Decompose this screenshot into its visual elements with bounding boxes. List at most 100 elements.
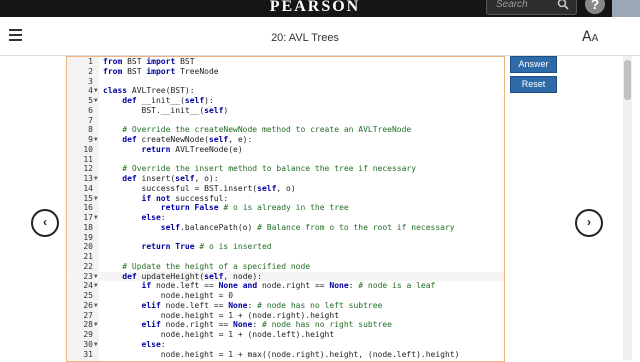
code-token: elif (141, 300, 161, 310)
code-line[interactable]: 12 # Override the insert method to balan… (67, 164, 504, 174)
line-number: 17 (83, 213, 93, 222)
code-text: # Override the createNewNode method to c… (103, 125, 411, 135)
code-line[interactable]: 3 (67, 77, 504, 87)
code-token: BST.__init__( (103, 105, 205, 115)
code-line[interactable]: 22 # Update the height of a specified no… (67, 262, 504, 272)
code-text: # Update the height of a specified node (103, 262, 310, 272)
code-line[interactable]: 27 node.height = 1 + (node.right).height (67, 311, 504, 321)
fold-arrow-icon[interactable]: ▼ (94, 194, 98, 204)
line-number: 5 (88, 96, 93, 105)
chevron-right-icon[interactable]: › (575, 209, 603, 237)
code-line[interactable]: 18 self.balancePath(o) # Balance from o … (67, 223, 504, 233)
code-line[interactable]: 16 return False # o is already in the tr… (67, 203, 504, 213)
fold-arrow-icon[interactable]: ▼ (94, 135, 98, 145)
search-box[interactable]: Search (486, 0, 577, 15)
code-text: node.height = 1 + (node.left).height (103, 330, 334, 340)
fold-arrow-icon[interactable]: ▼ (94, 301, 98, 311)
code-line[interactable]: 17 ▼ else: (67, 213, 504, 223)
code-token: node.height = 1 + (node.right).height (103, 310, 340, 320)
fold-arrow-icon[interactable]: ▼ (94, 174, 98, 184)
code-text: BST.__init__(self) (103, 105, 229, 116)
code-line[interactable]: 4 ▼ class AVLTree(BST): (67, 86, 504, 96)
fold-arrow-icon[interactable]: ▼ (94, 86, 98, 96)
code-line[interactable]: 24 ▼ if node.left == None and node.right … (67, 281, 504, 291)
code-token: None and (218, 281, 258, 291)
code-text: def __init__(self): (103, 96, 214, 106)
code-token: else (141, 339, 161, 349)
answer-button[interactable]: Answer (510, 56, 557, 73)
code-line[interactable]: 28 ▼ elif node.right == None: # node has … (67, 320, 504, 330)
code-text: elif node.right == None: # node has no r… (103, 320, 392, 330)
code-line[interactable]: 29 node.height = 1 + (node.left).height (67, 330, 504, 340)
fold-arrow-icon[interactable]: ▼ (94, 96, 98, 106)
line-number: 29 (83, 330, 93, 339)
code-token: self (160, 222, 181, 232)
code-token: : (247, 300, 258, 310)
code-line[interactable]: 10 return AVLTreeNode(e) (67, 145, 504, 155)
code-token: node.height = 1 + max((node.right).heigh… (103, 349, 460, 359)
line-number: 9 (88, 135, 93, 144)
code-line[interactable]: 13 ▼ def insert(self, o): (67, 174, 504, 184)
code-line[interactable]: 8 # Override the createNewNode method to… (67, 125, 504, 135)
code-line[interactable]: 1 from BST import BST (67, 57, 504, 67)
code-line[interactable]: 19 (67, 233, 504, 243)
line-number: 19 (83, 232, 93, 242)
scrollbar-thumb[interactable] (624, 60, 631, 100)
fold-arrow-icon[interactable]: ▼ (94, 340, 98, 350)
code-token: ) (223, 105, 229, 115)
line-number: 27 (83, 310, 93, 320)
code-token: , o) (276, 183, 296, 193)
fold-arrow-icon[interactable]: ▼ (94, 281, 98, 291)
fold-arrow-icon[interactable]: ▼ (94, 320, 98, 330)
fold-arrow-icon[interactable]: ▼ (94, 272, 98, 282)
code-line[interactable]: 25 node.height = 0 (67, 291, 504, 301)
code-line[interactable]: 7 (67, 116, 504, 126)
chevron-left-icon[interactable]: ‹ (31, 209, 59, 237)
line-number: 26 (83, 300, 93, 310)
code-token: elif (141, 320, 161, 330)
font-size-icon[interactable]: AA (582, 29, 598, 45)
line-number: 25 (83, 291, 93, 300)
code-line[interactable]: 20 return True # o is inserted (67, 242, 504, 252)
code-token: def (122, 271, 137, 281)
code-text: def insert(self, o): (103, 174, 219, 184)
code-line[interactable]: 6 BST.__init__(self) (67, 106, 504, 116)
code-editor[interactable]: 1 from BST import BST 2 from BST import Tre… (66, 56, 505, 362)
code-line[interactable]: 21 (67, 252, 504, 262)
code-token: node.left == (151, 281, 219, 291)
code-line[interactable]: 2 from BST import TreeNode (67, 67, 504, 77)
avatar[interactable] (612, 0, 640, 18)
code-token: # node is a leaf (358, 281, 436, 291)
code-token: self (208, 135, 229, 144)
code-line[interactable]: 15 ▼ if not successful: (67, 194, 504, 204)
code-token: , o): (194, 174, 219, 183)
page-title: 20: AVL Trees (271, 32, 339, 44)
vertical-scrollbar[interactable] (623, 56, 632, 360)
code-text: return True # o is inserted (103, 242, 272, 252)
code-line[interactable]: 23 ▼ def updateHeight(self, node): (67, 271, 504, 282)
code-token: ): (204, 96, 214, 105)
code-line[interactable]: 5 ▼ def __init__(self): (67, 96, 504, 106)
code-line[interactable]: 14 successful = BST.insert(self, o) (67, 184, 504, 194)
code-token: None (228, 300, 248, 310)
code-line[interactable]: 9 ▼ def createNewNode(self, e): (67, 135, 504, 145)
search-icon[interactable] (557, 0, 569, 10)
line-number: 10 (83, 144, 93, 154)
code-line[interactable]: 11 (67, 155, 504, 165)
code-token: # Update the height of a specified node (103, 261, 311, 271)
fold-arrow-icon[interactable]: ▼ (94, 213, 98, 223)
code-token: : (160, 213, 166, 222)
code-text: from BST import BST (103, 57, 195, 67)
code-line[interactable]: 30 ▼ else: (67, 340, 504, 350)
search-placeholder[interactable]: Search (496, 0, 528, 10)
line-number: 21 (83, 252, 93, 261)
reset-button[interactable]: Reset (510, 76, 557, 93)
code-token: successful = BST.insert( (103, 183, 258, 193)
code-line[interactable]: 31 node.height = 1 + max((node.right).he… (67, 350, 504, 360)
code-line[interactable]: 26 ▼ elif node.left == None: # node has n… (67, 301, 504, 311)
code-token: self (204, 105, 224, 115)
